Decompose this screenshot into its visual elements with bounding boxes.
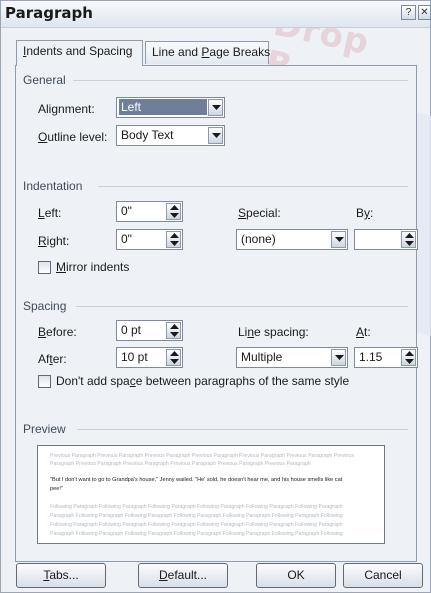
spacing-divider: [76, 306, 408, 307]
preview-heading: Preview: [23, 422, 66, 436]
help-icon: ?: [405, 7, 412, 18]
tab-label: age Breaks: [209, 45, 271, 59]
chevron-down-icon[interactable]: [331, 349, 346, 366]
tab-label: ndents and Spacing: [26, 44, 133, 58]
spinner-arrows-icon[interactable]: [166, 203, 181, 220]
paragraph-dialog: Drop B Paragraph ? ✕ Indents and Spacing…: [0, 0, 431, 593]
indent-right-value: 0": [121, 232, 132, 246]
spacing-before-value: 0 pt: [121, 323, 142, 337]
outline-level-label: Outline level:: [38, 130, 108, 144]
chevron-down-icon[interactable]: [331, 231, 346, 248]
alignment-value: Left: [119, 99, 207, 115]
spacing-heading: Spacing: [23, 299, 67, 313]
special-label: Special:: [238, 206, 281, 220]
dont-add-space-checkbox[interactable]: [38, 375, 51, 388]
indent-left-spinner[interactable]: 0": [116, 201, 183, 222]
spacing-after-value: 10 pt: [121, 350, 148, 364]
line-spacing-value: Multiple: [241, 350, 283, 364]
preview-following-line: Following Paragraph Following Paragraph …: [50, 504, 343, 510]
preview-following-line: Paragraph Following Paragraph Following …: [50, 531, 343, 537]
spinner-arrows-icon[interactable]: [166, 231, 181, 248]
preview-following-line: Following Paragraph Following Paragraph …: [50, 522, 343, 528]
outline-level-dropdown[interactable]: Body Text: [116, 125, 225, 146]
default-button[interactable]: Default...: [138, 563, 228, 588]
preview-previous-line: Paragraph Previous Paragraph Previous Pa…: [50, 461, 311, 467]
at-value: 1.15: [359, 350, 383, 364]
tabs-button[interactable]: Tabs...: [16, 563, 106, 588]
general-divider: [73, 80, 408, 81]
outline-level-value: Body Text: [121, 128, 174, 142]
ok-button[interactable]: OK: [256, 563, 336, 588]
special-value: (none): [241, 232, 276, 246]
tab-indents-and-spacing[interactable]: Indents and Spacing: [16, 40, 143, 66]
by-label: By:: [356, 206, 374, 220]
at-label: At:: [356, 325, 371, 339]
dialog-title: Paragraph: [5, 4, 93, 22]
indentation-heading: Indentation: [23, 179, 83, 193]
preview-following-line: Paragraph Following Paragraph Following …: [50, 513, 343, 519]
preview-divider: [77, 429, 408, 430]
indent-right-label: Right:: [38, 234, 70, 248]
indentation-divider: [98, 186, 408, 187]
spacing-before-spinner[interactable]: 0 pt: [116, 320, 183, 341]
line-spacing-label: Line spacing:: [238, 325, 309, 339]
indent-left-label: Left:: [38, 206, 62, 220]
preview-current-line: "But I don't want to go to Grandpa's hou…: [50, 477, 343, 483]
spacing-before-label: Before:: [38, 325, 77, 339]
tab-label: Line and: [152, 45, 202, 59]
mirror-indents-checkbox[interactable]: [38, 261, 51, 274]
dont-add-space-label[interactable]: Don't add space between paragraphs of th…: [56, 374, 349, 388]
tab-line-and-page-breaks[interactable]: Line and Page Breaks: [145, 41, 271, 64]
preview-previous-line: Previous Paragraph Previous Paragraph Pr…: [50, 453, 354, 459]
chevron-down-icon[interactable]: [208, 127, 223, 144]
preview-pane: Previous Paragraph Previous Paragraph Pr…: [37, 445, 385, 544]
indent-left-value: 0": [121, 204, 132, 218]
spacing-after-spinner[interactable]: 10 pt: [116, 347, 183, 368]
title-bar[interactable]: Paragraph ? ✕: [1, 1, 431, 28]
by-spinner[interactable]: [354, 229, 418, 250]
line-spacing-dropdown[interactable]: Multiple: [236, 347, 348, 368]
spinner-arrows-icon[interactable]: [401, 349, 416, 366]
preview-current-line: pee!": [50, 486, 63, 492]
alignment-label: Alignment:: [38, 102, 95, 116]
special-dropdown[interactable]: (none): [236, 229, 348, 250]
close-icon: ✕: [420, 7, 429, 18]
spinner-arrows-icon[interactable]: [401, 231, 416, 248]
at-spinner[interactable]: 1.15: [354, 347, 418, 368]
indent-right-spinner[interactable]: 0": [116, 229, 183, 250]
general-heading: General: [23, 73, 66, 87]
mirror-indents-label[interactable]: Mirror indents: [56, 260, 129, 274]
cancel-button[interactable]: Cancel: [343, 563, 423, 588]
spinner-arrows-icon[interactable]: [166, 322, 181, 339]
spinner-arrows-icon[interactable]: [166, 349, 181, 366]
close-button[interactable]: ✕: [418, 5, 431, 20]
help-button[interactable]: ?: [401, 5, 416, 20]
spacing-after-label: After:: [38, 352, 67, 366]
alignment-dropdown[interactable]: Left: [116, 97, 225, 118]
chevron-down-icon[interactable]: [208, 99, 223, 116]
